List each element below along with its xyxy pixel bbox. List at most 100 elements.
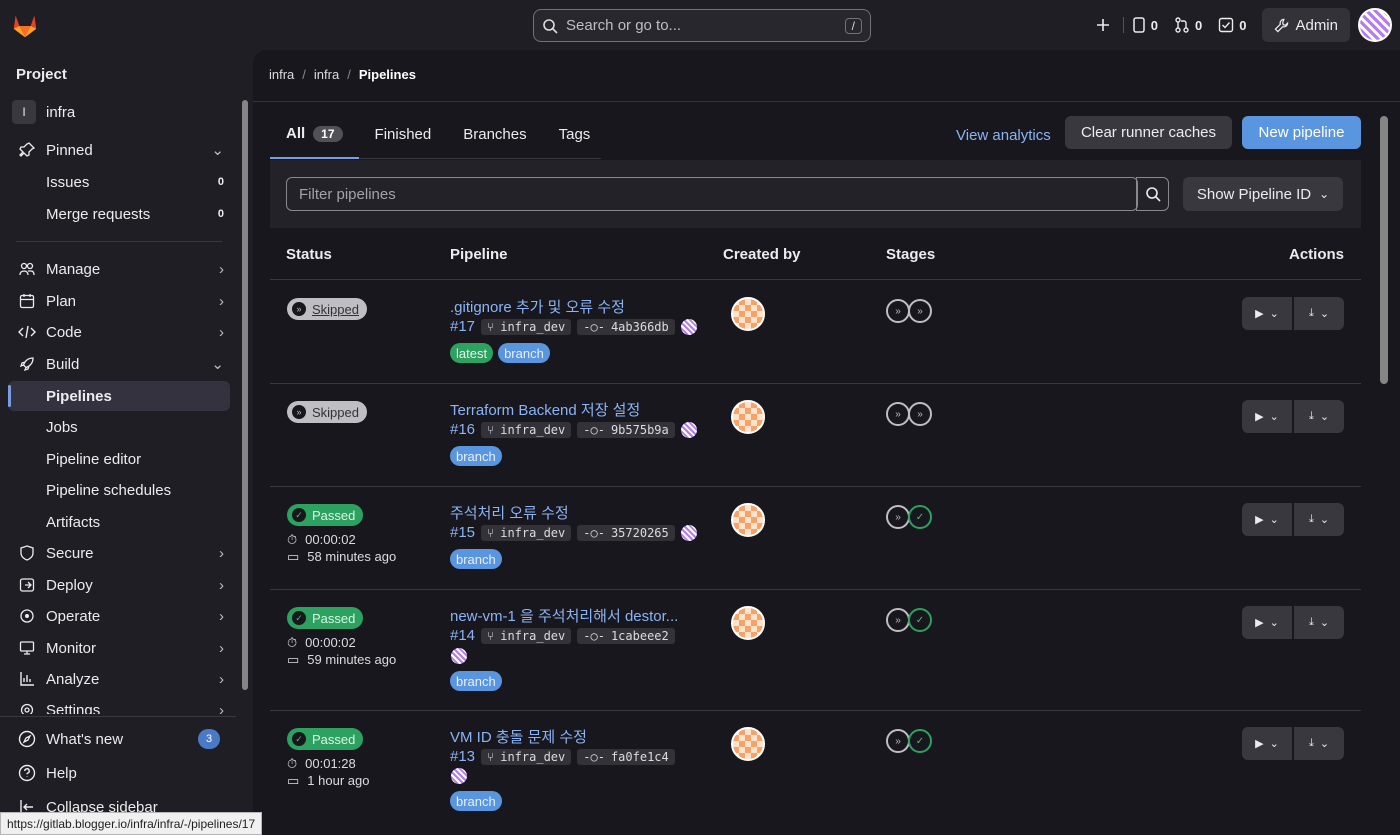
- main-scrollbar[interactable]: [1380, 116, 1388, 384]
- stage-skipped-icon[interactable]: »: [908, 402, 932, 426]
- run-manual-button[interactable]: ▶ ⌄: [1242, 297, 1292, 330]
- sidebar-item-monitor[interactable]: Monitor ›: [8, 633, 230, 663]
- creator-avatar[interactable]: [731, 606, 765, 640]
- commit-author-avatar[interactable]: [451, 648, 467, 664]
- sidebar-item-plan[interactable]: Plan ›: [8, 286, 230, 316]
- commit-author-avatar[interactable]: [680, 318, 697, 335]
- stage-skipped-icon[interactable]: »: [886, 299, 910, 323]
- branch-ref[interactable]: ⑂ infra_dev: [481, 627, 572, 644]
- merge-requests-count-button[interactable]: 0: [1174, 17, 1202, 33]
- stage-skipped-icon[interactable]: »: [886, 402, 910, 426]
- branch-name: infra_dev: [500, 749, 566, 764]
- sidebar-item-pipelines[interactable]: Pipelines: [8, 381, 230, 411]
- download-artifacts-button[interactable]: ⤓ ⌄: [1294, 727, 1344, 760]
- commit-author-avatar[interactable]: [680, 421, 697, 438]
- sidebar-item-secure[interactable]: Secure ›: [8, 538, 230, 568]
- sidebar-item-merge-requests[interactable]: Merge requests 0: [8, 199, 230, 229]
- creator-avatar[interactable]: [731, 727, 765, 761]
- breadcrumb-item[interactable]: infra: [314, 67, 339, 82]
- run-manual-button[interactable]: ▶ ⌄: [1242, 503, 1292, 536]
- sidebar-item-settings[interactable]: Settings ›: [8, 696, 230, 714]
- view-analytics-link[interactable]: View analytics: [956, 120, 1051, 150]
- sidebar-project[interactable]: I infra: [8, 97, 230, 127]
- new-pipeline-button[interactable]: New pipeline: [1242, 116, 1361, 149]
- sidebar-item-pipeline-schedules[interactable]: Pipeline schedules: [8, 475, 230, 505]
- todo-count-button[interactable]: 0: [1218, 17, 1246, 33]
- commit-title-link[interactable]: Terraform Backend 저장 설정: [450, 399, 640, 420]
- commit-title-link[interactable]: new-vm-1 을 주석처리해서 destor...: [450, 605, 678, 626]
- sidebar-item-build[interactable]: Build ⌄: [8, 349, 230, 379]
- filter-pipelines-input[interactable]: Filter pipelines: [286, 177, 1138, 211]
- pipeline-id-link[interactable]: #16: [450, 421, 475, 438]
- create-new-button[interactable]: [1095, 17, 1111, 33]
- sidebar-item-artifacts[interactable]: Artifacts: [8, 507, 230, 537]
- commit-sha[interactable]: -○- 1cabeee2: [577, 627, 675, 644]
- tab-all[interactable]: All 17: [270, 110, 359, 159]
- stage-skipped-icon[interactable]: »: [908, 299, 932, 323]
- sidebar-item-analyze[interactable]: Analyze ›: [8, 664, 230, 694]
- tab-tags[interactable]: Tags: [543, 110, 607, 159]
- sidebar-item-code[interactable]: Code ›: [8, 317, 230, 347]
- user-avatar[interactable]: [1358, 8, 1392, 42]
- status-badge[interactable]: » Skipped: [287, 401, 367, 423]
- status-badge[interactable]: ✓ Passed: [287, 607, 364, 629]
- pipeline-id-link[interactable]: #17: [450, 318, 475, 335]
- tab-finished[interactable]: Finished: [359, 110, 448, 159]
- clear-runner-caches-button[interactable]: Clear runner caches: [1065, 116, 1232, 149]
- pipeline-id-link[interactable]: #15: [450, 524, 475, 541]
- status-badge[interactable]: ✓ Passed: [287, 728, 364, 750]
- sidebar-item-pinned[interactable]: Pinned ⌄: [8, 135, 230, 165]
- sidebar-item-manage[interactable]: Manage ›: [8, 254, 230, 284]
- filter-search-button[interactable]: [1136, 177, 1169, 211]
- commit-title-link[interactable]: .gitignore 추가 및 오류 수정: [450, 296, 625, 317]
- stage-passed-icon[interactable]: ✓: [908, 608, 932, 632]
- gitlab-logo-icon[interactable]: [10, 10, 40, 40]
- commit-title-link[interactable]: 주석처리 오류 수정: [450, 502, 569, 523]
- sidebar-item-jobs[interactable]: Jobs: [8, 412, 230, 442]
- sidebar-scrollbar[interactable]: [242, 100, 248, 690]
- commit-title-link[interactable]: VM ID 충돌 문제 수정: [450, 726, 587, 747]
- branch-ref[interactable]: ⑂ infra_dev: [481, 318, 572, 335]
- sidebar-item-deploy[interactable]: Deploy ›: [8, 570, 230, 600]
- sidebar-item-pipeline-editor[interactable]: Pipeline editor: [8, 444, 230, 474]
- branch-ref[interactable]: ⑂ infra_dev: [481, 524, 572, 541]
- pipeline-id-link[interactable]: #14: [450, 627, 475, 644]
- run-manual-button[interactable]: ▶ ⌄: [1242, 727, 1292, 760]
- commit-author-avatar[interactable]: [680, 524, 697, 541]
- commit-sha[interactable]: -○- 4ab366db: [577, 318, 675, 335]
- sidebar-item-whats-new[interactable]: What's new 3: [8, 724, 230, 754]
- stage-passed-icon[interactable]: ✓: [908, 505, 932, 529]
- creator-avatar[interactable]: [731, 400, 765, 434]
- sidebar-item-operate[interactable]: Operate ›: [8, 601, 230, 631]
- sidebar-item-issues[interactable]: Issues 0: [8, 167, 230, 197]
- sidebar-item-help[interactable]: Help: [8, 758, 230, 788]
- issues-count-button[interactable]: 0: [1132, 17, 1158, 33]
- run-manual-button[interactable]: ▶ ⌄: [1242, 400, 1292, 433]
- stage-skipped-icon[interactable]: »: [886, 729, 910, 753]
- download-artifacts-button[interactable]: ⤓ ⌄: [1294, 606, 1344, 639]
- stage-passed-icon[interactable]: ✓: [908, 729, 932, 753]
- breadcrumb-item[interactable]: infra: [269, 67, 294, 82]
- commit-sha[interactable]: -○- 9b575b9a: [577, 421, 675, 438]
- run-manual-button[interactable]: ▶ ⌄: [1242, 606, 1292, 639]
- status-badge[interactable]: ✓ Passed: [287, 504, 364, 526]
- download-artifacts-button[interactable]: ⤓ ⌄: [1294, 400, 1344, 433]
- stage-skipped-icon[interactable]: »: [886, 505, 910, 529]
- branch-ref[interactable]: ⑂ infra_dev: [481, 421, 572, 438]
- breadcrumb-current[interactable]: Pipelines: [359, 67, 416, 82]
- pipeline-id-link[interactable]: #13: [450, 748, 475, 765]
- creator-avatar[interactable]: [731, 503, 765, 537]
- commit-author-avatar[interactable]: [451, 768, 467, 784]
- branch-ref[interactable]: ⑂ infra_dev: [481, 748, 572, 765]
- status-badge[interactable]: » Skipped: [287, 298, 367, 320]
- admin-button[interactable]: Admin: [1262, 8, 1350, 42]
- commit-sha[interactable]: -○- 35720265: [577, 524, 675, 541]
- creator-avatar[interactable]: [731, 297, 765, 331]
- search-input[interactable]: Search or go to... /: [533, 9, 871, 42]
- download-artifacts-button[interactable]: ⤓ ⌄: [1294, 503, 1344, 536]
- commit-sha[interactable]: -○- fa0fe1c4: [577, 748, 675, 765]
- stage-skipped-icon[interactable]: »: [886, 608, 910, 632]
- download-artifacts-button[interactable]: ⤓ ⌄: [1294, 297, 1344, 330]
- show-pipeline-id-dropdown[interactable]: Show Pipeline ID ⌄: [1183, 177, 1343, 211]
- tab-branches[interactable]: Branches: [447, 110, 542, 159]
